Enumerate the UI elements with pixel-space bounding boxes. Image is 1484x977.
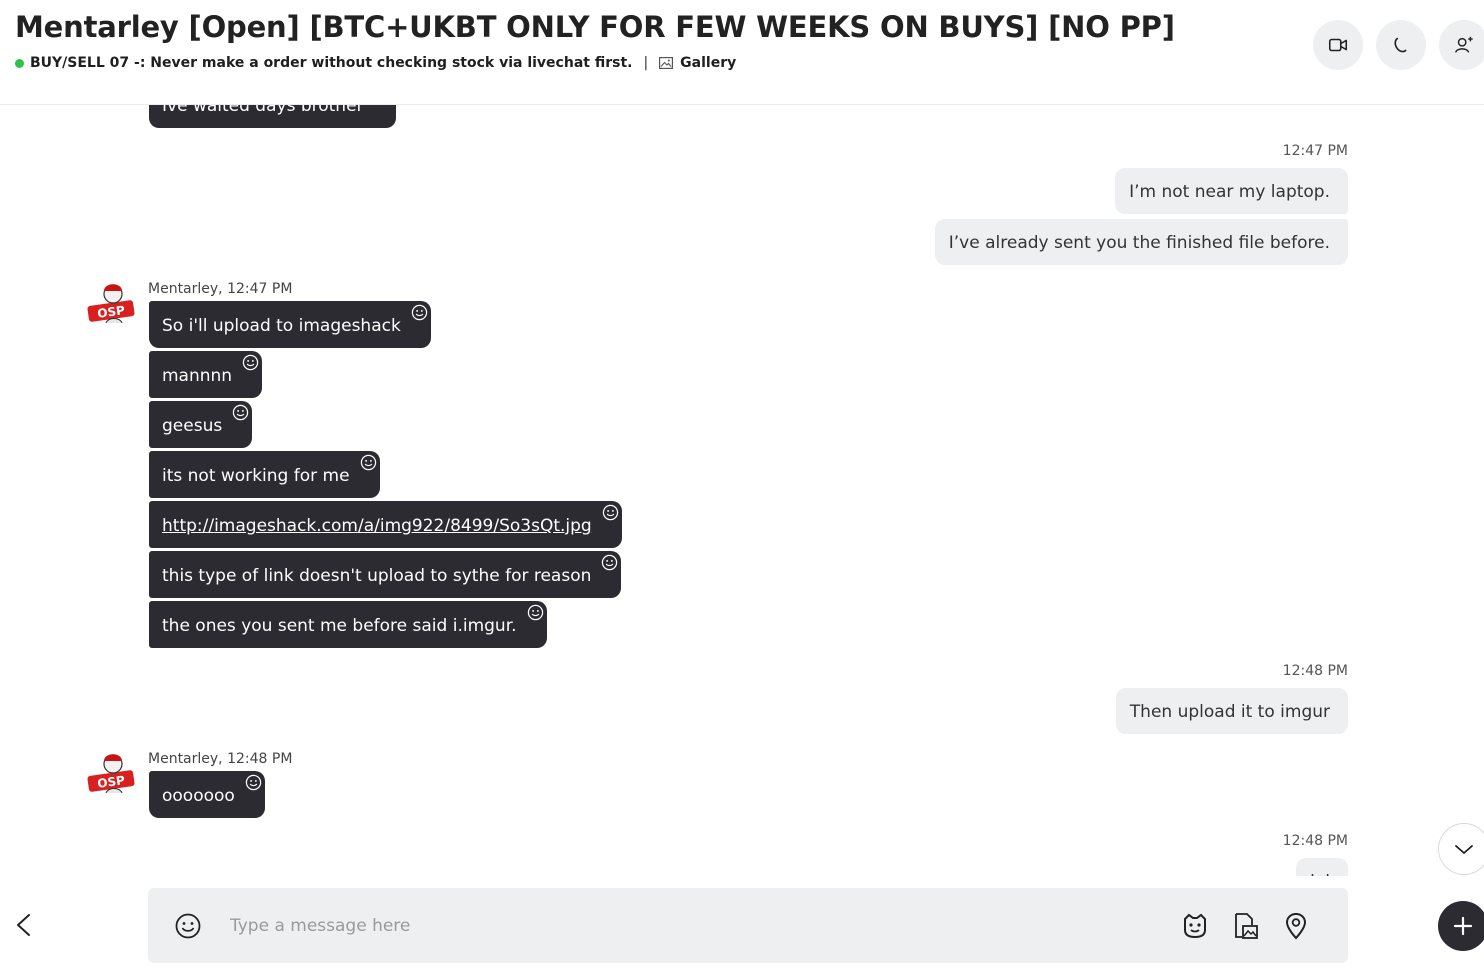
- message-incoming[interactable]: So i'll upload to imageshack: [149, 301, 431, 348]
- react-emoji-button[interactable]: [409, 303, 429, 322]
- add-participant-button[interactable]: [1439, 20, 1484, 70]
- message-incoming[interactable]: Ive waited days brother: [149, 104, 396, 128]
- smiley-icon: [245, 774, 262, 791]
- react-emoji-button[interactable]: [231, 403, 251, 422]
- contact-avatar[interactable]: OSP: [86, 279, 136, 329]
- message-incoming[interactable]: mannnn: [149, 351, 263, 398]
- smiley-icon: [602, 504, 618, 521]
- message-input[interactable]: [228, 908, 1132, 944]
- message-timestamp: 12:48 PM: [1282, 833, 1348, 849]
- chevron-down-icon: [1455, 845, 1473, 854]
- message-text: ooooooo: [162, 786, 235, 806]
- svg-text:OSP: OSP: [96, 773, 126, 791]
- smiley-icon: [602, 554, 618, 571]
- svg-text:OSP: OSP: [96, 303, 126, 321]
- voice-call-button[interactable]: [1376, 20, 1426, 70]
- react-emoji-button[interactable]: [600, 553, 620, 572]
- add-attachment-button[interactable]: [1438, 901, 1484, 951]
- gallery-icon: [659, 57, 674, 69]
- message-timestamp: 12:48 PM: [1282, 663, 1348, 679]
- gallery-label: Gallery: [680, 55, 737, 71]
- message-sender: Mentarley, 12:47 PM: [148, 281, 293, 297]
- message-incoming[interactable]: its not working for me: [149, 451, 380, 498]
- react-emoji-button[interactable]: [241, 353, 261, 372]
- smiley-icon: [233, 404, 249, 421]
- message-timestamp: 12:47 PM: [1282, 143, 1348, 159]
- message-incoming[interactable]: geesus: [149, 401, 253, 448]
- message-incoming[interactable]: http://imageshack.com/a/img922/8499/So3s…: [149, 501, 622, 548]
- add-participant-icon: [1455, 36, 1473, 53]
- message-incoming[interactable]: this type of link doesn't upload to syth…: [149, 551, 622, 598]
- message-list[interactable]: Ive waited days brother 12:47 PM I’m not…: [0, 104, 1484, 876]
- sticker-icon[interactable]: [1180, 911, 1210, 941]
- message-text: So i'll upload to imageshack: [162, 316, 401, 336]
- message-outgoing[interactable]: I’m not near my laptop.: [1115, 168, 1348, 214]
- message-incoming[interactable]: ooooooo: [149, 771, 265, 818]
- react-emoji-button[interactable]: [358, 453, 378, 472]
- message-text: mannnn: [162, 366, 233, 386]
- video-call-button[interactable]: [1313, 20, 1363, 70]
- message-text: Ive waited days brother: [162, 104, 364, 116]
- message-outgoing[interactable]: I’ve already sent you the finished file …: [934, 219, 1348, 265]
- plus-icon: [1453, 916, 1473, 936]
- conversation-status-line: BUY/SELL 07 -: Never make a order withou…: [15, 55, 736, 71]
- conversation-title: Mentarley [Open] [BTC+UKBT ONLY FOR FEW …: [15, 10, 1175, 44]
- online-status-icon: [15, 58, 24, 68]
- media-file-icon[interactable]: [1230, 911, 1260, 941]
- message-outgoing[interactable]: lol: [1296, 858, 1348, 876]
- separator: |: [643, 55, 649, 71]
- smiley-icon: [360, 454, 376, 471]
- message-link[interactable]: http://imageshack.com/a/img922/8499/So3s…: [162, 516, 592, 536]
- voice-call-icon: [1394, 37, 1407, 53]
- message-incoming[interactable]: the ones you sent me before said i.imgur…: [149, 601, 547, 648]
- chat-header: Mentarley [Open] [BTC+UKBT ONLY FOR FEW …: [0, 0, 1484, 105]
- smiley-icon: [527, 604, 543, 621]
- react-emoji-button[interactable]: [243, 773, 263, 792]
- location-icon[interactable]: [1281, 911, 1311, 941]
- message-text: geesus: [162, 416, 223, 436]
- message-text: this type of link doesn't upload to syth…: [162, 566, 592, 586]
- status-text: BUY/SELL 07 -: Never make a order withou…: [30, 55, 633, 71]
- smiley-icon: [411, 304, 428, 321]
- message-text: its not working for me: [162, 466, 350, 486]
- react-emoji-button[interactable]: [525, 603, 545, 622]
- message-composer: [148, 888, 1348, 963]
- message-outgoing[interactable]: Then upload it to imgur: [1115, 688, 1348, 734]
- emoji-icon[interactable]: [174, 912, 202, 940]
- back-arrow-icon[interactable]: [12, 910, 36, 940]
- smiley-icon: [242, 354, 259, 371]
- contact-avatar[interactable]: OSP: [86, 749, 136, 799]
- message-sender: Mentarley, 12:48 PM: [148, 751, 293, 767]
- message-text: the ones you sent me before said i.imgur…: [162, 616, 517, 636]
- scroll-to-bottom-button[interactable]: [1438, 823, 1484, 875]
- gallery-link[interactable]: Gallery: [659, 55, 736, 71]
- react-emoji-button[interactable]: [600, 503, 620, 522]
- video-call-icon: [1328, 38, 1348, 52]
